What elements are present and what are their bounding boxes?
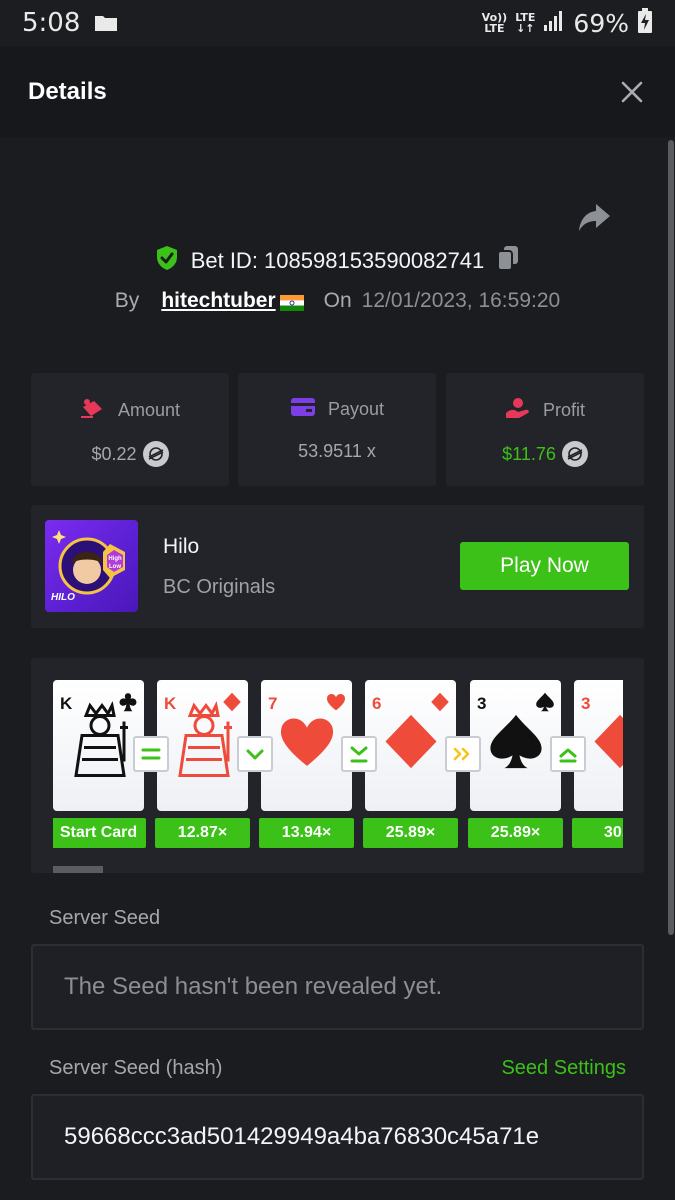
card-suit-corner xyxy=(430,692,450,714)
amount-stat: Amount $0.22 xyxy=(31,373,229,486)
card-face xyxy=(487,713,545,776)
lte-indicator: LTE ↓↑ xyxy=(515,12,535,34)
card-face xyxy=(382,713,440,776)
higher-or-equal-icon xyxy=(550,736,586,772)
play-now-button[interactable]: Play Now xyxy=(460,542,629,590)
page-title: Details xyxy=(28,77,107,105)
by-label: By xyxy=(114,289,140,312)
hilo-thumbnail[interactable]: High Low HILO xyxy=(45,520,138,612)
svg-text:High: High xyxy=(108,556,122,562)
profit-stat: Profit $11.76 xyxy=(446,373,644,486)
multiplier-badge: 30.6 xyxy=(572,818,623,848)
status-time: 5:08 xyxy=(22,8,81,38)
diamonds-icon xyxy=(593,714,623,769)
payout-label: Payout xyxy=(327,399,385,419)
india-flag-icon xyxy=(279,293,304,311)
on-label: On xyxy=(323,289,352,312)
horizontal-scrollbar-thumb[interactable] xyxy=(53,866,103,873)
profit-label: Profit xyxy=(542,400,585,420)
cards-strip[interactable]: K Start Card K 12.87× 7 13.94× 6 25.89× 3 25.89× 3… xyxy=(53,678,623,853)
server-seed-hash-field[interactable]: 59668ccc3ad501429949a4ba76830c45a71e xyxy=(31,1094,644,1180)
playing-card: K xyxy=(157,680,248,811)
volte-indicator: Vo)) LTE xyxy=(482,12,508,34)
battery-charging-icon xyxy=(637,8,653,38)
skip-icon xyxy=(445,736,481,772)
details-header: Details xyxy=(0,46,675,137)
volte-bottom-text: LTE xyxy=(484,22,505,35)
multiplier-badge: 13.94× xyxy=(259,818,354,848)
diamonds-icon xyxy=(384,714,437,769)
payout-value: 53.9511 x xyxy=(298,441,376,461)
card-face xyxy=(168,700,238,787)
playing-card: 7 xyxy=(261,680,352,811)
payout-icon xyxy=(290,397,316,422)
battery-percent: 69% xyxy=(573,8,629,38)
playing-card: K xyxy=(53,680,144,811)
server-seed-field[interactable]: The Seed hasn't been revealed yet. xyxy=(31,944,644,1030)
status-bar: 5:08 Vo)) LTE LTE ↓↑ 69% xyxy=(0,0,675,46)
folder-icon xyxy=(94,14,118,32)
lower-icon xyxy=(237,736,273,772)
amount-label: Amount xyxy=(117,400,181,420)
spades-icon xyxy=(536,692,554,712)
card-face xyxy=(591,713,623,776)
payout-stat: Payout 53.9511 x xyxy=(238,373,436,486)
multiplier-badge: 12.87× xyxy=(155,818,250,848)
multiplier-badge: Start Card xyxy=(53,818,146,848)
spades-icon xyxy=(489,714,542,769)
stellar-coin-icon xyxy=(561,441,588,467)
card-rank: 3 xyxy=(477,694,487,713)
playing-card: 3 xyxy=(470,680,561,811)
card-face xyxy=(278,713,336,776)
lower-or-equal-icon xyxy=(341,736,377,772)
verified-shield-icon xyxy=(155,245,179,276)
king-figure-icon xyxy=(73,700,128,777)
equal-icon xyxy=(133,736,169,772)
username-link[interactable]: hitechtuber xyxy=(161,289,275,313)
multiplier-badge: 25.89× xyxy=(363,818,458,848)
card-rank: 6 xyxy=(372,694,382,713)
hearts-icon xyxy=(280,718,333,766)
multiplier-badge: 25.89× xyxy=(468,818,563,848)
diamonds-icon xyxy=(431,692,449,712)
game-name: Hilo xyxy=(163,535,200,558)
status-right: Vo)) LTE LTE ↓↑ 69% xyxy=(482,8,653,38)
amount-icon xyxy=(80,397,106,424)
server-seed-label: Server Seed xyxy=(49,907,161,929)
card-suit-corner xyxy=(326,692,346,714)
game-provider: BC Originals xyxy=(163,576,276,598)
close-icon[interactable] xyxy=(617,77,647,107)
bet-id-row: Bet ID: 108598153590082741 xyxy=(0,245,675,276)
thumbnail-label: HILO xyxy=(51,592,75,603)
bet-datetime: 12/01/2023, 16:59:20 xyxy=(361,289,561,312)
card-face xyxy=(64,700,134,787)
svg-text:Low: Low xyxy=(109,564,121,570)
bet-by-row: By hitechtuber On 12/01/2023, 16:59:20 xyxy=(0,289,675,313)
data-arrows-icon: ↓↑ xyxy=(516,22,535,35)
share-icon[interactable] xyxy=(576,198,614,236)
bet-id: Bet ID: 108598153590082741 xyxy=(190,247,485,273)
stellar-coin-icon xyxy=(142,441,169,467)
hearts-icon xyxy=(327,694,345,711)
playing-card: 6 xyxy=(365,680,456,811)
hilo-rounds-panel[interactable]: K Start Card K 12.87× 7 13.94× 6 25.89× 3 25.89× 3… xyxy=(31,658,644,873)
game-card: High Low HILO Hilo BC Originals Play Now xyxy=(31,505,644,628)
card-rank: 3 xyxy=(581,694,591,713)
amount-value: $0.22 xyxy=(91,443,137,464)
copy-icon[interactable] xyxy=(496,245,520,276)
profit-icon xyxy=(505,397,531,424)
card-suit-corner xyxy=(535,692,555,714)
profit-value: $11.76 xyxy=(502,443,556,464)
seed-settings-link[interactable]: Seed Settings xyxy=(501,1057,626,1080)
card-rank: 7 xyxy=(268,694,278,713)
server-seed-hash-label: Server Seed (hash) xyxy=(49,1057,223,1079)
signal-icon xyxy=(543,10,565,36)
king-figure-icon xyxy=(177,700,232,777)
